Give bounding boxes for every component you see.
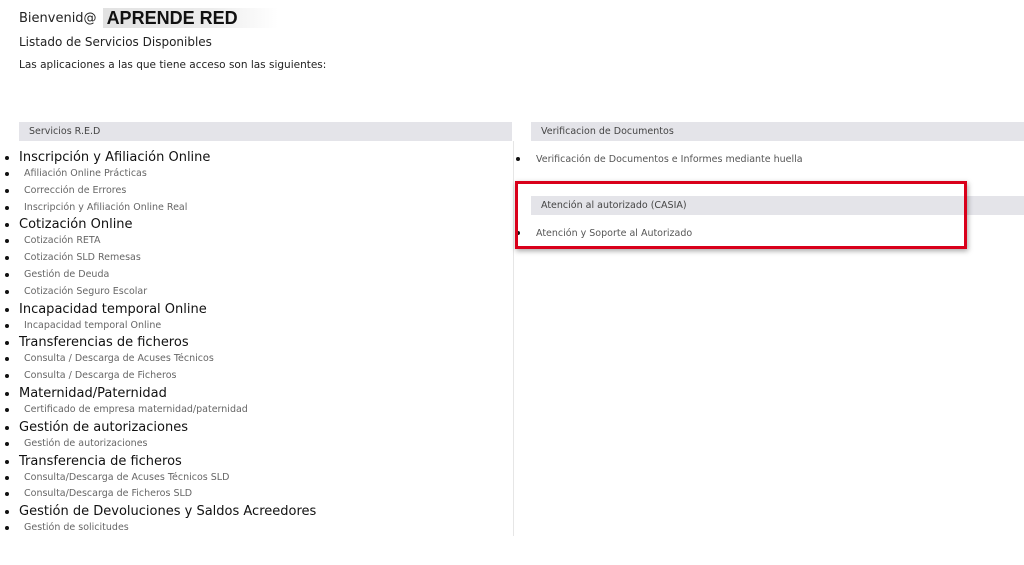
group-cotizacion-online: Cotización Online	[0, 216, 316, 233]
service-link-correccion-errores[interactable]: Corrección de Errores	[0, 183, 316, 200]
service-link-cotizacion-reta[interactable]: Cotización RETA	[0, 233, 316, 250]
service-link-afiliacion-practicas[interactable]: Afiliación Online Prácticas	[0, 166, 316, 183]
service-link-soporte-autorizado[interactable]: Atención y Soporte al Autorizado	[514, 225, 692, 242]
group-gestion-autorizaciones: Gestión de autorizaciones	[0, 419, 316, 436]
service-link-descarga-ficheros[interactable]: Consulta / Descarga de Ficheros	[0, 368, 316, 385]
page-subtitle: Listado de Servicios Disponibles	[19, 35, 212, 49]
group-transferencias-ficheros: Transferencias de ficheros	[0, 334, 316, 351]
verificacion-list: Verificación de Documentos e Informes me…	[514, 151, 803, 168]
service-link-ficheros-sld[interactable]: Consulta/Descarga de Ficheros SLD	[0, 486, 316, 503]
group-devoluciones-saldos: Gestión de Devoluciones y Saldos Acreedo…	[0, 503, 316, 520]
service-link-gestion-deuda[interactable]: Gestión de Deuda	[0, 267, 316, 284]
service-link-acuses-tecnicos-sld[interactable]: Consulta/Descarga de Acuses Técnicos SLD	[0, 470, 316, 487]
group-transferencia-ficheros: Transferencia de ficheros	[0, 453, 316, 470]
group-maternidad-paternidad: Maternidad/Paternidad	[0, 385, 316, 402]
service-link-acuses-tecnicos[interactable]: Consulta / Descarga de Acuses Técnicos	[0, 351, 316, 368]
section-header-verificacion: Verificacion de Documentos	[531, 122, 1024, 141]
service-link-seguro-escolar[interactable]: Cotización Seguro Escolar	[0, 284, 316, 301]
service-link-cotizacion-sld-remesas[interactable]: Cotización SLD Remesas	[0, 250, 316, 267]
service-link-gestion-solicitudes[interactable]: Gestión de solicitudes	[0, 520, 316, 537]
casia-list: Atención y Soporte al Autorizado	[514, 225, 692, 242]
service-link-gestion-autorizaciones[interactable]: Gestión de autorizaciones	[0, 436, 316, 453]
service-link-inscripcion-real[interactable]: Inscripción y Afiliación Online Real	[0, 200, 316, 217]
intro-text: Las aplicaciones a las que tiene acceso …	[19, 59, 327, 71]
service-link-verificacion-huella[interactable]: Verificación de Documentos e Informes me…	[514, 151, 803, 168]
user-name: APRENDE RED	[102, 8, 278, 28]
welcome-banner: Bienvenid@ APRENDE RED	[19, 8, 278, 28]
service-link-incapacidad-temporal[interactable]: Incapacidad temporal Online	[0, 318, 316, 335]
group-incapacidad-temporal: Incapacidad temporal Online	[0, 301, 316, 318]
service-link-certificado-maternidad[interactable]: Certificado de empresa maternidad/patern…	[0, 402, 316, 419]
servicios-red-list: Inscripción y Afiliación Online Afiliaci…	[0, 149, 316, 537]
group-inscripcion-afiliacion: Inscripción y Afiliación Online	[0, 149, 316, 166]
column-divider	[513, 141, 514, 536]
section-header-servicios-red: Servicios R.E.D	[19, 122, 512, 141]
section-header-casia: Atención al autorizado (CASIA)	[531, 196, 1024, 215]
welcome-label: Bienvenid@	[19, 10, 97, 26]
